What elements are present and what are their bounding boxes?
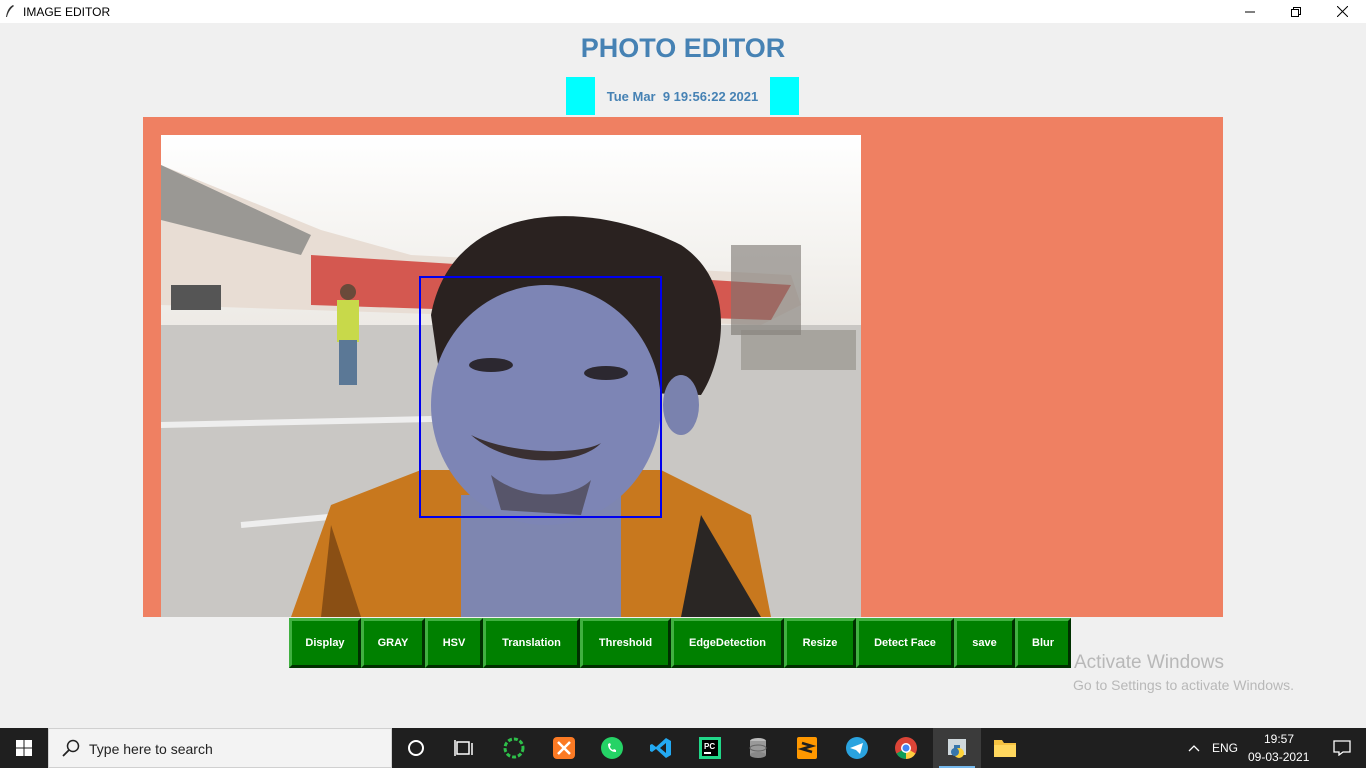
- search-placeholder: Type here to search: [89, 741, 213, 757]
- taskbar-app-telegram[interactable]: [833, 728, 881, 768]
- minimize-button[interactable]: [1227, 0, 1273, 23]
- date-time-label: Tue Mar 9 19:56:22 2021: [606, 89, 759, 104]
- tray-overflow-button[interactable]: [1180, 728, 1208, 768]
- blur-button[interactable]: Blur: [1015, 618, 1071, 668]
- restore-button[interactable]: [1273, 0, 1319, 23]
- cortana-icon: [408, 740, 424, 756]
- taskbar-app-vscode[interactable]: [637, 728, 685, 768]
- task-view-icon: [454, 740, 473, 756]
- threshold-button[interactable]: Threshold: [580, 618, 671, 668]
- activation-watermark-subtitle: Go to Settings to activate Windows.: [1073, 677, 1294, 693]
- edge-detection-button[interactable]: EdgeDetection: [671, 618, 784, 668]
- file-explorer-icon: [994, 740, 1016, 757]
- language-indicator[interactable]: ENG: [1212, 741, 1238, 755]
- clock-marker-left: [566, 77, 595, 115]
- clock-time[interactable]: 19:57: [1264, 732, 1294, 746]
- cortana-button[interactable]: [392, 728, 440, 768]
- search-icon: [62, 739, 80, 757]
- translation-button[interactable]: Translation: [483, 618, 580, 668]
- start-button[interactable]: [0, 728, 48, 768]
- chrome-icon: [895, 737, 917, 759]
- database-icon: [749, 738, 767, 758]
- detect-face-button[interactable]: Detect Face: [856, 618, 954, 668]
- taskbar-search-box[interactable]: Type here to search: [48, 728, 392, 768]
- taskbar-app-xampp[interactable]: [540, 728, 588, 768]
- telegram-icon: [846, 737, 868, 759]
- display-button[interactable]: Display: [289, 618, 361, 668]
- vscode-icon: [650, 738, 671, 758]
- hsv-button[interactable]: HSV: [425, 618, 483, 668]
- image-canvas: [143, 117, 1223, 617]
- taskbar-app-loader[interactable]: [490, 728, 538, 768]
- taskbar-app-sublime[interactable]: [783, 728, 831, 768]
- loaded-photo: [161, 135, 861, 617]
- close-icon: [1336, 6, 1348, 17]
- face-detection-box: [419, 276, 662, 518]
- feather-icon: [6, 5, 14, 17]
- resize-button[interactable]: Resize: [784, 618, 856, 668]
- taskbar-app-database[interactable]: [734, 728, 782, 768]
- taskbar-app-pycharm[interactable]: PC: [686, 728, 734, 768]
- title-bar: IMAGE EDITOR: [0, 0, 1366, 23]
- svg-text:PC: PC: [704, 742, 715, 751]
- xampp-icon: [553, 737, 575, 759]
- taskbar-app-whatsapp[interactable]: [588, 728, 636, 768]
- chevron-up-icon: [1188, 745, 1200, 752]
- activation-watermark-title: Activate Windows: [1074, 652, 1224, 673]
- toolbar: Display GRAY HSV Translation Threshold E…: [289, 618, 1071, 668]
- task-view-button[interactable]: [440, 728, 488, 768]
- taskbar-app-python[interactable]: [933, 728, 981, 768]
- gray-button[interactable]: GRAY: [361, 618, 425, 668]
- minimize-icon: [1245, 11, 1255, 12]
- save-button[interactable]: save: [954, 618, 1015, 668]
- pycharm-icon: PC: [699, 737, 721, 759]
- taskbar: Type here to search PC ENG 19:57 09-03-2…: [0, 728, 1366, 768]
- page-title: PHOTO EDITOR: [580, 33, 786, 63]
- action-center-button[interactable]: [1318, 728, 1366, 768]
- clock-date[interactable]: 09-03-2021: [1248, 750, 1309, 764]
- whatsapp-icon: [601, 737, 623, 759]
- restore-icon: [1291, 6, 1301, 17]
- notification-icon: [1333, 740, 1351, 756]
- loader-icon: [503, 737, 525, 759]
- window-title: IMAGE EDITOR: [23, 5, 111, 19]
- taskbar-app-chrome[interactable]: [882, 728, 930, 768]
- sublime-icon: [797, 737, 817, 759]
- close-button[interactable]: [1319, 0, 1365, 23]
- windows-logo-icon: [16, 740, 32, 756]
- taskbar-app-file-explorer[interactable]: [981, 728, 1029, 768]
- python-icon: [948, 739, 966, 758]
- clock-marker-right: [770, 77, 799, 115]
